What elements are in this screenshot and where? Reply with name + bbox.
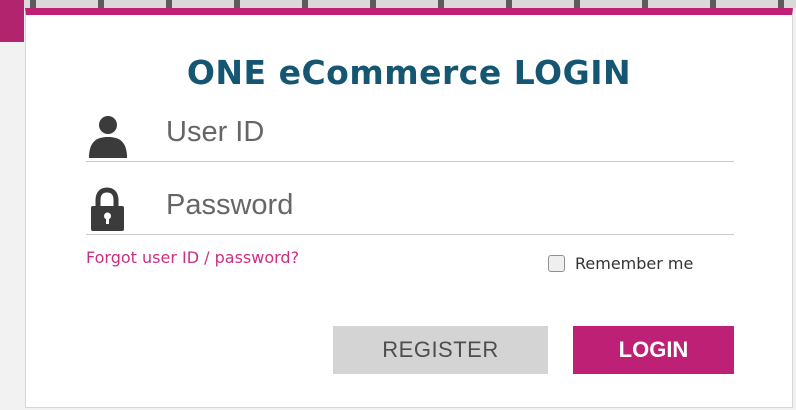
remember-me-label: Remember me (575, 253, 694, 273)
password-input[interactable] (166, 185, 726, 225)
login-panel: ONE eCommerce LOGIN Forgot user ID / pas… (25, 8, 793, 408)
user-id-input[interactable] (166, 112, 726, 152)
login-title: ONE eCommerce LOGIN (186, 53, 632, 92)
login-button[interactable]: LOGIN (573, 326, 734, 374)
lock-icon (91, 187, 124, 231)
register-button[interactable]: REGISTER (333, 326, 548, 374)
forgot-credentials-link[interactable]: Forgot user ID / password? (86, 248, 299, 267)
remember-me-checkbox[interactable] (548, 254, 565, 272)
login-page: ONE eCommerce LOGIN Forgot user ID / pas… (0, 0, 796, 410)
user-id-row (86, 102, 734, 162)
remember-me: Remember me (548, 252, 693, 274)
password-row (86, 175, 734, 235)
top-decorative-strip (0, 0, 796, 8)
side-tab (0, 0, 24, 42)
user-icon (89, 116, 127, 158)
